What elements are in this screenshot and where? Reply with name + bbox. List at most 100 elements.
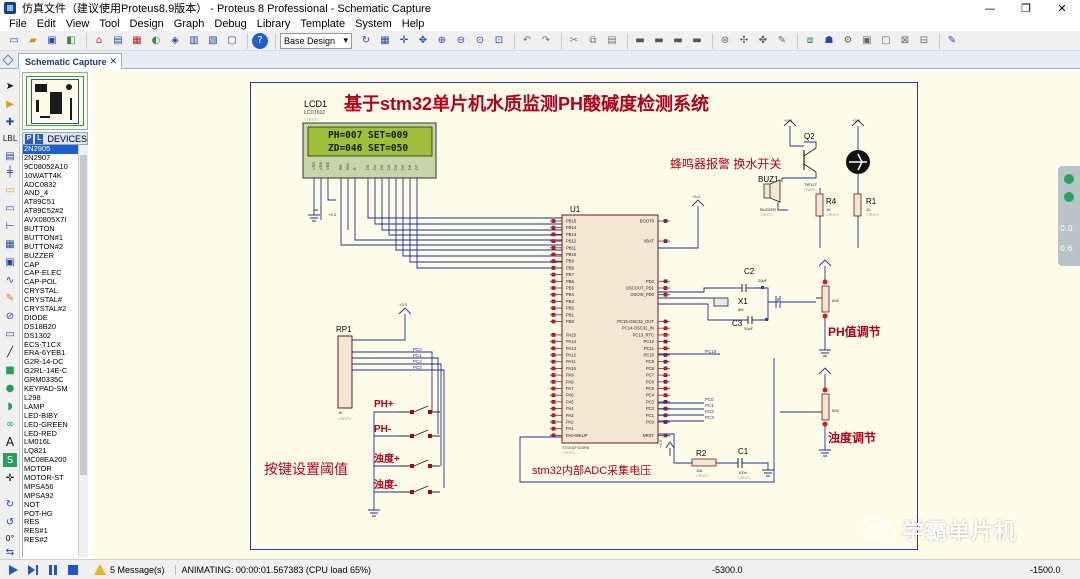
menu-file[interactable]: File [4,18,32,30]
menu-system[interactable]: System [350,18,397,30]
origin-icon[interactable]: ✛ [396,33,412,49]
device-list-item[interactable]: POT-HG [23,510,78,519]
design-explorer-icon[interactable]: ▣ [859,33,875,49]
zoom-in-icon[interactable]: ⊕ [434,33,450,49]
scrollbar-thumb[interactable] [80,155,87,475]
device-list-item[interactable]: AT89C52#2 [23,207,78,216]
symbol-icon[interactable]: S [3,453,17,467]
devices-list[interactable]: 2N2905 2N2907 9C08052A10 10WATT4K ADC0832 AND… [22,145,78,557]
device-list-item[interactable]: CRYSTAL# [23,296,78,305]
menu-debug[interactable]: Debug [209,18,251,30]
pick-devices-button[interactable]: P [25,133,34,144]
device-list-item[interactable]: G2RL-14E-C [23,367,78,376]
device-list-item[interactable]: RES#1 [23,527,78,536]
overview-window[interactable] [22,72,88,130]
home-icon[interactable]: ⌂ [91,33,107,49]
device-list-item[interactable]: MOTOR [23,465,78,474]
3d-view-icon[interactable]: ◈ [167,33,183,49]
close-button[interactable]: ✕ [1044,0,1080,16]
device-list-item[interactable]: BUTTON [23,225,78,234]
device-list-item[interactable]: LED-RED [23,430,78,439]
device-list-item[interactable]: BUTTON#2 [23,243,78,252]
device-list-item[interactable]: L298 [23,394,78,403]
wire-autorouter-icon[interactable]: ⧈ [802,33,818,49]
device-list-item[interactable]: LED-BIBY [23,412,78,421]
terminal-icon[interactable]: ▭ [3,201,17,215]
pick-device-icon[interactable]: ⊛ [717,33,733,49]
rotate-clockwise-icon[interactable]: ↻ [3,497,17,511]
devices-scrollbar[interactable] [78,145,88,557]
pin-icon[interactable] [2,54,14,66]
help-icon[interactable]: ? [252,32,268,49]
pan-icon[interactable]: ✥ [415,33,431,49]
rotate-anticlockwise-icon[interactable]: ↺ [3,515,17,529]
device-list-item[interactable]: 2N2905 [23,145,78,154]
minimize-button[interactable]: — [972,0,1008,16]
paste-icon[interactable]: ▤ [604,33,620,49]
marker-icon[interactable]: ✛ [3,471,17,485]
packaging-tool-icon[interactable]: ✤ [755,33,771,49]
device-list-item[interactable]: KEYPAD-SM [23,385,78,394]
device-list-item[interactable]: BUTTON#1 [23,234,78,243]
menu-graph[interactable]: Graph [169,18,210,30]
messages-indicator[interactable]: 5 Message(s) [94,564,165,575]
device-list-item[interactable]: CAP [23,261,78,270]
stop-button[interactable] [66,563,80,577]
wire-label-icon[interactable]: LBL [3,131,17,145]
tab-schematic-capture[interactable]: Schematic Capture ✕ [18,53,122,69]
device-list-item[interactable]: LQ821 [23,447,78,456]
menu-tool[interactable]: Tool [94,18,124,30]
device-list-item[interactable]: RES [23,518,78,527]
device-list-item[interactable]: LM016L [23,438,78,447]
library-manager-button[interactable]: L [35,133,44,144]
device-list-item[interactable]: AND_4 [23,189,78,198]
device-list-item[interactable]: G2R-14-DC [23,358,78,367]
property-assignment-icon[interactable]: ⚙ [840,33,856,49]
device-list-item[interactable]: RES#2 [23,536,78,545]
pause-button[interactable] [46,563,60,577]
device-list-item[interactable]: AVX0805X7I [23,216,78,225]
text-icon[interactable]: A [3,435,17,449]
refresh-icon[interactable]: ↻ [358,33,374,49]
remove-sheet-icon[interactable]: ⊠ [897,33,913,49]
path-icon[interactable]: ∞ [3,417,17,431]
open-folder-icon[interactable]: ▰ [25,33,41,49]
menu-design[interactable]: Design [125,18,169,30]
device-list-item[interactable]: DS18B20 [23,323,78,332]
gerber-icon[interactable]: ◐ [148,33,164,49]
tab-close-icon[interactable]: ✕ [109,56,117,67]
device-list-item[interactable]: 2N2907 [23,154,78,163]
redo-icon[interactable]: ↷ [538,33,554,49]
new-sheet-icon[interactable]: ▢ [878,33,894,49]
device-list-item[interactable]: ADC0832 [23,181,78,190]
subcircuit-icon[interactable]: ▭ [3,183,17,197]
cut-icon[interactable]: ✂ [566,33,582,49]
zoom-all-icon[interactable]: ⊙ [472,33,488,49]
schematic-icon[interactable]: ▤ [110,33,126,49]
make-device-icon[interactable]: ✣ [736,33,752,49]
device-list-item[interactable]: MPSA56 [23,483,78,492]
device-list-item[interactable]: LED-GREEN [23,421,78,430]
exit-to-parent-icon[interactable]: ⊟ [916,33,932,49]
device-list-item[interactable]: MOTOR-ST [23,474,78,483]
block-copy-icon[interactable]: ▬ [632,33,648,49]
arc-icon[interactable]: ◗ [3,399,17,413]
block-move-icon[interactable]: ▬ [651,33,667,49]
device-list-item[interactable]: GRM0335C [23,376,78,385]
device-list-item[interactable]: CAP-POL [23,278,78,287]
import-icon[interactable]: ◧ [63,33,79,49]
pcb-icon[interactable]: ▦ [129,33,145,49]
device-list-item[interactable]: LAMP [23,403,78,412]
bom-icon[interactable]: ▥ [186,33,202,49]
graph-icon[interactable]: ▦ [3,237,17,251]
decompose-icon[interactable]: ✎ [774,33,790,49]
probe-voltage-icon[interactable]: ✎ [3,291,17,305]
undo-icon[interactable]: ↶ [519,33,535,49]
device-list-item[interactable]: NOT [23,501,78,510]
device-list-item[interactable]: 10WATT4K [23,172,78,181]
save-icon[interactable]: ▣ [44,33,60,49]
grid-icon[interactable]: ▦ [377,33,393,49]
active-popup-icon[interactable]: ▣ [3,255,17,269]
zoom-area-icon[interactable]: ⊡ [491,33,507,49]
rotation-angle[interactable]: 0° [3,531,17,545]
